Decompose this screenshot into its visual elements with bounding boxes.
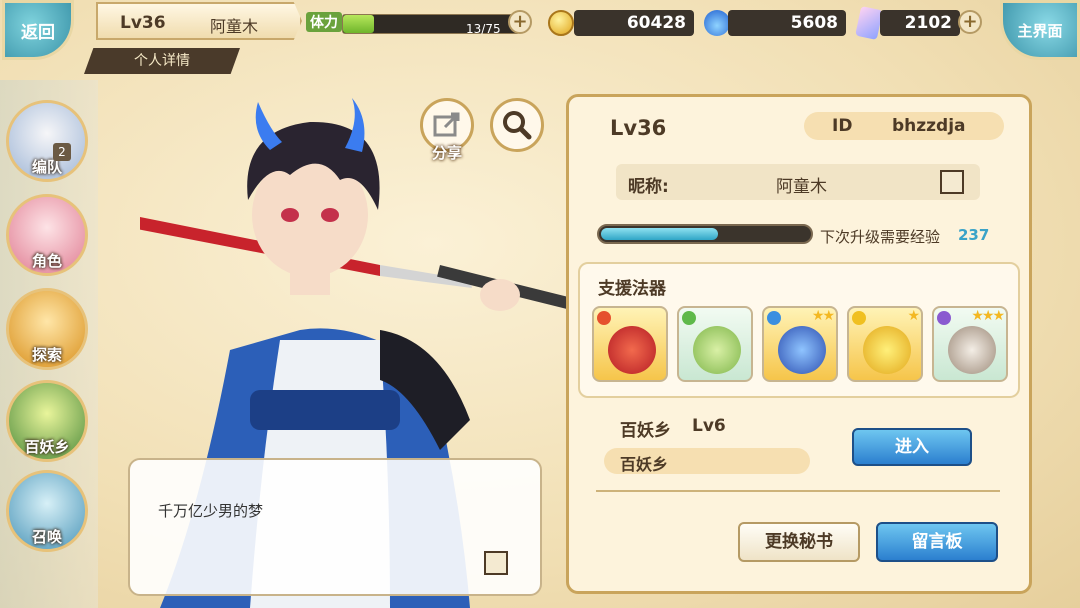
message-board-button[interactable]: 留言板 (876, 522, 998, 562)
nav-explore-label: 探索 (31, 346, 62, 364)
add-stamina-button[interactable]: + (508, 10, 532, 34)
nav-village-label: 百妖乡 (24, 438, 70, 456)
nickname-label: 昵称: (628, 177, 669, 197)
id-label: ID (832, 116, 853, 136)
team-count-badge: 2 (53, 143, 71, 161)
signature-speech-bubble: 千万亿少男的梦 (128, 458, 542, 596)
enter-village-button[interactable]: 进入 (852, 428, 972, 466)
gold-amount: 60428 (574, 10, 694, 36)
crystal-icon (855, 6, 883, 40)
red-lantern-artifact-icon (608, 326, 656, 374)
change-secretary-button[interactable]: 更换秘书 (738, 522, 860, 562)
artifact-card-water[interactable]: ★★ (762, 306, 838, 382)
artifact-stars: ★★★ (971, 308, 1005, 324)
blue-flame-icon (704, 10, 730, 36)
artifact-stars: ★ (907, 308, 919, 324)
artifact-card-wind[interactable] (677, 306, 753, 382)
edit-signature-icon[interactable] (484, 551, 508, 575)
village-pill-text: 百妖乡 (620, 455, 669, 474)
stamina-count: 13/75 (466, 22, 501, 36)
player-level: Lv36 (120, 13, 166, 33)
section-divider (596, 490, 1000, 492)
nav-team-button[interactable]: 编队 2 (6, 100, 88, 182)
exp-progress-fill (601, 228, 718, 240)
profile-detail-tab[interactable]: 个人详情 (84, 48, 240, 74)
nav-summon-button[interactable]: 召唤 (6, 470, 88, 552)
nav-character-label: 角色 (31, 252, 62, 270)
nav-character-button[interactable]: 角色 (6, 194, 88, 276)
village-name-pill: 百妖乡 (604, 448, 810, 474)
village-name: 百妖乡 (620, 421, 671, 441)
bone-relic-artifact-icon (948, 326, 996, 374)
home-label: 主界面 (1017, 21, 1063, 40)
dark-element-icon (937, 311, 951, 325)
exp-label: 下次升级需要经验 (820, 228, 941, 246)
village-level: Lv6 (692, 416, 726, 436)
player-level-banner: Lv36 阿童木 (96, 2, 302, 40)
artifact-stars: ★★ (811, 308, 835, 324)
exp-progress-bar (597, 224, 813, 244)
player-id-pill: ID bhzzdja (804, 112, 1004, 140)
spirit-umbrella-artifact-icon (778, 326, 826, 374)
wind-element-icon (682, 311, 696, 325)
fire-element-icon (597, 311, 611, 325)
exp-value: 237 (958, 226, 990, 244)
leaf-earring-artifact-icon (693, 326, 741, 374)
light-element-icon (852, 311, 866, 325)
share-label: 分享 (431, 144, 462, 162)
nav-village-button[interactable]: 百妖乡 (6, 380, 88, 462)
id-value: bhzzdja (892, 116, 966, 136)
profile-level: Lv36 (610, 116, 667, 140)
water-element-icon (767, 311, 781, 325)
golden-fan-artifact-icon (863, 326, 911, 374)
player-name: 阿童木 (210, 17, 259, 36)
stamina-bar: 体力 13/75 (306, 10, 530, 36)
nav-explore-button[interactable]: 探索 (6, 288, 88, 370)
back-label: 返回 (21, 22, 55, 43)
gold-coin-icon (548, 10, 574, 36)
signature-text: 千万亿少男的梦 (158, 502, 264, 520)
artifact-card-fire[interactable] (592, 306, 668, 382)
nickname-row: 昵称: 阿童木 (616, 164, 980, 200)
zoom-view-button[interactable] (490, 98, 544, 152)
edit-nickname-icon[interactable] (940, 170, 964, 194)
support-artifacts-title: 支援法器 (598, 279, 666, 299)
crystal-amount: 2102 (880, 10, 960, 36)
stamina-fill (343, 15, 374, 33)
home-button[interactable]: 主界面 (1000, 0, 1080, 60)
artifact-card-dark[interactable]: ★★★ (932, 306, 1008, 382)
stamina-label: 体力 (306, 12, 342, 32)
artifact-card-light[interactable]: ★ (847, 306, 923, 382)
back-button[interactable]: 返回 (2, 0, 74, 60)
add-crystal-button[interactable]: + (958, 10, 982, 34)
blue-currency-amount: 5608 (728, 10, 846, 36)
magnifier-icon (503, 111, 532, 140)
nav-summon-label: 召唤 (31, 528, 62, 546)
nickname-value: 阿童木 (776, 177, 827, 197)
